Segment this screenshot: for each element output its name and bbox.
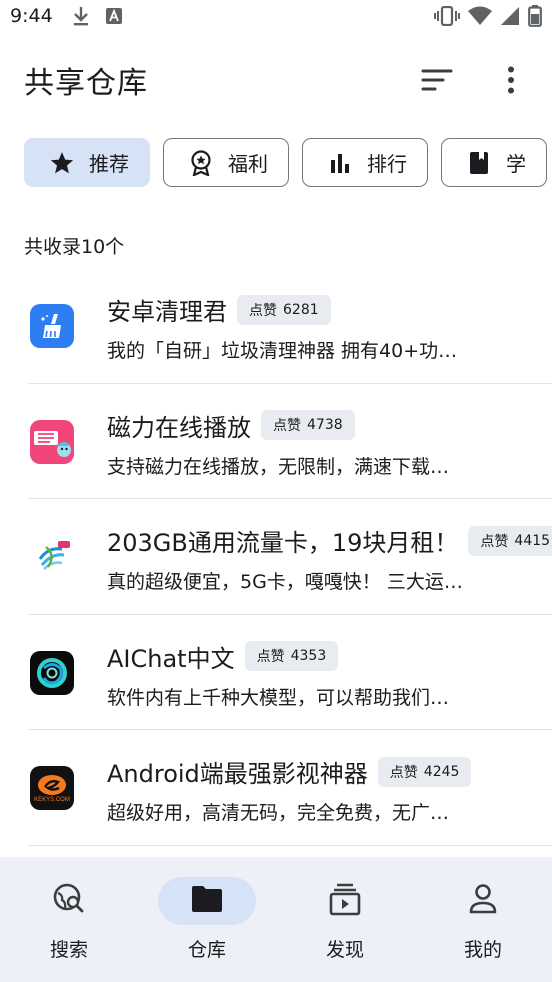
likes-count: 4415 [514,532,551,549]
item-title: 203GB通用流量卡，19块月租！ [107,529,459,557]
list-item[interactable]: 安卓清理君 点赞 6281 我的「自研」垃圾清理神器 拥有40+功… [0,268,552,384]
likes-count: 4245 [423,763,460,780]
magnet-app-icon [30,419,74,464]
kekys-app-icon: KEKYS.COM [30,766,74,810]
chip-label: 排行 [367,152,407,176]
item-title-row: 安卓清理君 点赞 6281 [107,292,331,327]
status-bar: 9:44 [0,0,552,32]
nav-label: 仓库 [187,939,226,961]
folder-icon [190,885,224,917]
list-item[interactable]: 203GB通用流量卡，19块月租！ 点赞 4415 真的超级便宜，5G卡，嘎嘎快… [0,499,552,615]
chip-learn[interactable]: 学 [441,138,547,187]
book-icon [466,150,492,176]
text-a-icon [105,7,123,25]
item-title: 磁力在线播放 [107,413,251,442]
likes-badge: 点赞 4738 [261,410,355,440]
category-chips: 推荐 福利 排行 学 [24,138,552,188]
nav-pill [296,877,394,925]
item-description: 软件内有上千种大模型，可以帮助我们… [107,686,450,709]
likes-count: 6281 [283,301,319,318]
likes-label: 点赞 [480,533,509,550]
item-description: 我的「自研」垃圾清理神器 拥有40+功… [107,340,458,362]
top-app-bar: 共享仓库 [0,50,552,110]
item-title-row: 203GB通用流量卡，19块月租！ 点赞 4415 [107,523,552,558]
download-icon [71,5,91,27]
more-vert-icon[interactable] [494,63,528,97]
nav-label: 我的 [463,939,502,961]
nav-pill [158,877,256,925]
battery-icon [528,5,542,27]
nav-pill [434,877,532,925]
chip-ranking[interactable]: 排行 [302,138,428,187]
likes-label: 点赞 [249,302,277,319]
list-item[interactable]: KEKYS.COM Android端最强影视神器 点赞 4245 超级好用，高清… [0,730,552,846]
item-description: 超级好用，高清无码，完全免费，无广… [107,802,450,824]
chip-label: 推荐 [89,152,129,176]
vibrate-icon [434,6,460,26]
nav-label: 搜索 [49,939,88,961]
item-description: 真的超级便宜，5G卡，嘎嘎快！ 三大运… [107,571,463,593]
broom-app-icon [30,304,74,348]
item-title: 安卓清理君 [107,298,227,326]
likes-count: 4738 [307,417,343,433]
status-icons-right [434,5,542,27]
chip-label: 福利 [228,152,268,176]
chip-label: 学 [506,152,526,176]
chip-welfare[interactable]: 福利 [163,138,289,187]
item-title-row: 磁力在线播放 点赞 4738 [107,408,355,443]
status-time: 9:44 [10,5,53,27]
item-title: Android端最强影视神器 [107,760,368,788]
likes-badge: 点赞 4353 [244,641,339,671]
chip-recommend[interactable]: 推荐 [24,138,150,187]
signal-icon [500,6,520,26]
collection-count: 共收录10个 [24,236,125,258]
kekys-logo-text: KEKYS.COM [34,796,70,803]
person-icon [468,883,498,919]
item-title-row: AIChat中文 点赞 4353 [107,639,339,674]
nav-item-discover[interactable]: 发现 [276,857,414,982]
item-description: 支持磁力在线播放，无限制，满速下载… [107,455,450,478]
page-title: 共享仓库 [24,66,148,101]
status-icons-left [71,5,123,27]
aichat-app-icon [30,650,74,695]
nav-item-profile[interactable]: 我的 [414,857,552,982]
likes-label: 点赞 [273,418,301,434]
wifi-icon [468,6,492,26]
likes-count: 4353 [290,648,327,664]
nav-pill [20,877,118,925]
likes-label: 点赞 [256,649,285,665]
app-list: 安卓清理君 点赞 6281 我的「自研」垃圾清理神器 拥有40+功… 磁力在线播… [0,268,552,846]
likes-label: 点赞 [389,764,418,781]
app-bar-actions [420,63,528,97]
bottom-navigation: 搜索 仓库 发现 我的 [0,857,552,982]
divider [28,844,552,846]
likes-badge: 点赞 6281 [237,294,331,325]
list-item[interactable]: 磁力在线播放 点赞 4738 支持磁力在线播放，无限制，满速下载… [0,384,552,499]
search-globe-icon [51,881,87,921]
nav-item-search[interactable]: 搜索 [0,857,138,982]
star-icon [49,150,75,176]
bar-chart-icon [327,150,353,176]
nav-item-repository[interactable]: 仓库 [138,857,276,982]
award-icon [188,149,214,176]
list-item[interactable]: AIChat中文 点赞 4353 软件内有上千种大模型，可以帮助我们… [0,615,552,730]
likes-badge: 点赞 4245 [377,756,472,787]
likes-badge: 点赞 4415 [468,525,552,556]
item-title: AIChat中文 [107,644,235,673]
sort-icon[interactable] [420,63,454,97]
discover-icon [328,882,362,920]
china-mobile-icon [30,535,74,579]
nav-label: 发现 [325,939,364,961]
item-title-row: Android端最强影视神器 点赞 4245 [107,754,472,789]
